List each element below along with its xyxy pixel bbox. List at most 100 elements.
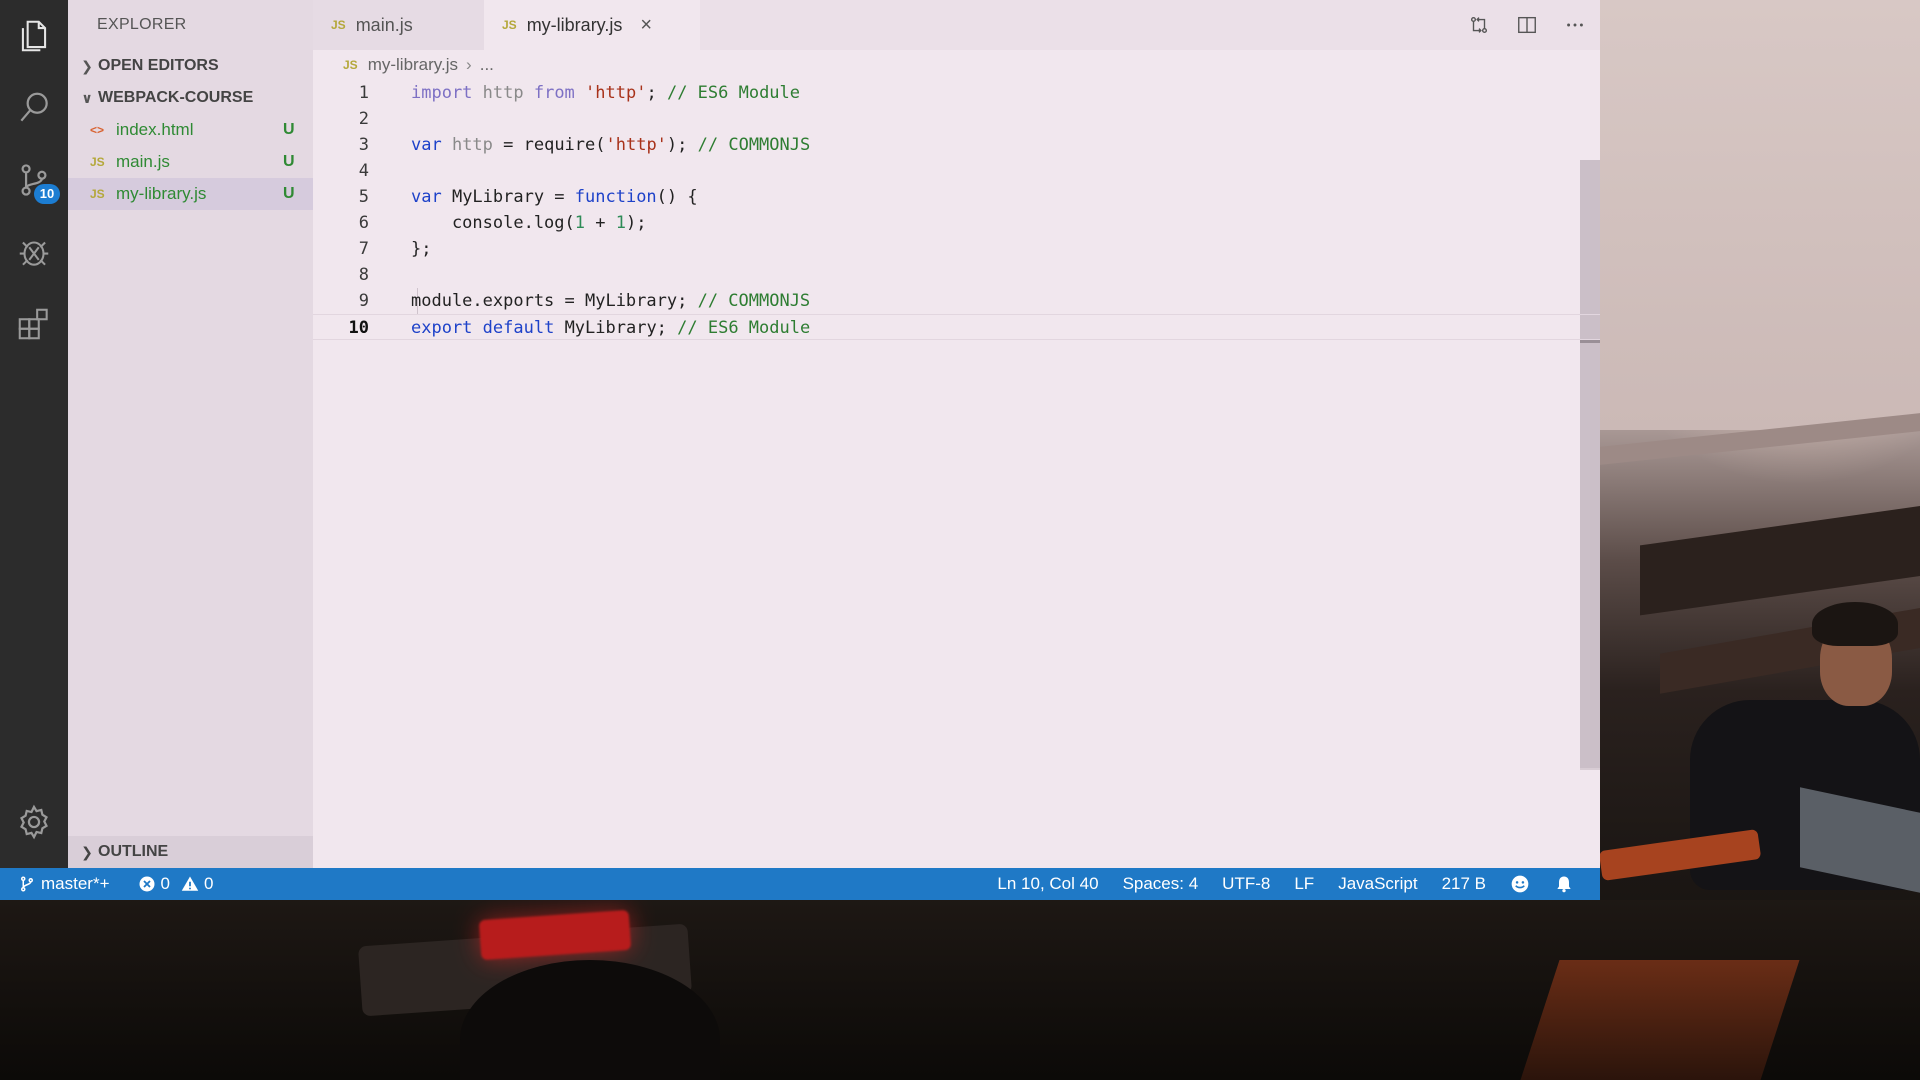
search-icon [20, 92, 48, 122]
js-file-icon: JS [90, 155, 105, 169]
scm-count-badge: 10 [34, 184, 60, 204]
encoding[interactable]: UTF-8 [1222, 874, 1270, 894]
tab-label: main.js [355, 14, 413, 35]
code-token: var [411, 187, 442, 207]
untracked-badge: U [283, 121, 295, 138]
chevron-down-icon: ∨ [81, 89, 93, 106]
explorer-activity[interactable] [0, 0, 68, 72]
end-of-line[interactable]: LF [1294, 874, 1314, 894]
code-token: MyLibrary = [441, 187, 575, 207]
code-text: var MyLibrary = function() { [411, 184, 698, 210]
problems-indicator[interactable]: 0 0 [138, 874, 213, 894]
search-activity[interactable] [0, 72, 68, 144]
editor-actions [1468, 0, 1586, 50]
code-token: export [411, 318, 473, 338]
warning-icon [181, 876, 199, 891]
code-text: export default MyLibrary; // ES6 Module [411, 315, 810, 341]
code-line[interactable]: 10 export default MyLibrary; // ES6 Modul… [313, 314, 1600, 340]
tab-bar: JS main.js JS my-library.js × [313, 0, 1600, 50]
project-folder-section[interactable]: ∨ WEBPACK-COURSE [68, 82, 313, 114]
tab-main-js[interactable]: JS main.js [313, 0, 484, 50]
source-control-activity[interactable]: 10 [0, 144, 68, 216]
code-line[interactable]: 7}; [313, 236, 1600, 262]
code-line[interactable]: 8 [313, 262, 1600, 288]
code-token: default [482, 318, 555, 338]
extensions-activity[interactable] [0, 288, 68, 360]
code-editor[interactable]: 1 import http from 'http'; // ES6 Module 2… [313, 80, 1600, 868]
close-icon[interactable]: × [640, 14, 652, 37]
person-hair [1812, 602, 1898, 646]
code-token: console.log( [411, 213, 575, 233]
code-line[interactable]: 3 var http = require('http'); // COMMONJS [313, 132, 1600, 158]
code-token: // COMMONJS [697, 291, 811, 311]
language-mode[interactable]: JavaScript [1338, 874, 1417, 894]
line-number: 4 [358, 161, 369, 181]
bell-icon[interactable] [1554, 874, 1574, 894]
html-file-icon: <> [90, 123, 105, 137]
room-desk [1640, 504, 1920, 616]
extensions-icon [18, 308, 48, 340]
code-token: 'http' [585, 83, 647, 103]
outline-label: OUTLINE [98, 843, 169, 860]
line-number: 5 [358, 187, 369, 207]
code-line[interactable]: 1 import http from 'http'; // ES6 Module [313, 80, 1600, 106]
error-icon [139, 876, 154, 892]
split-editor-icon[interactable] [1516, 14, 1538, 36]
code-token: // ES6 Module [677, 318, 811, 338]
branch-indicator[interactable]: master*+ [18, 874, 110, 894]
open-changes-icon[interactable] [1468, 14, 1490, 36]
file-my-library-js[interactable]: JS my-library.js U [68, 178, 313, 210]
tab-my-library-js[interactable]: JS my-library.js × [484, 0, 700, 50]
js-file-icon: JS [343, 58, 358, 72]
code-token: // COMMONJS [697, 135, 811, 155]
manage-activity[interactable] [0, 786, 68, 858]
gear-icon [20, 804, 48, 840]
line-number: 6 [358, 213, 369, 233]
indentation[interactable]: Spaces: 4 [1123, 874, 1199, 894]
code-line[interactable]: 5 var MyLibrary = function() { [313, 184, 1600, 210]
code-line[interactable]: 4 [313, 158, 1600, 184]
code-token: 1 [615, 213, 626, 233]
file-name: main.js [116, 152, 170, 171]
open-editors-label: OPEN EDITORS [98, 57, 219, 74]
project-folder-label: WEBPACK-COURSE [98, 89, 254, 106]
code-token: 1 [574, 213, 586, 233]
breadcrumb-symbol[interactable]: ... [480, 55, 494, 75]
file-name: index.html [116, 120, 194, 139]
debug-activity[interactable] [0, 216, 68, 288]
breadcrumb-file[interactable]: my-library.js [368, 55, 458, 75]
files-icon [21, 20, 47, 52]
chevron-right-icon: ❯ [81, 57, 93, 74]
untracked-badge: U [283, 185, 295, 202]
line-number: 10 [348, 318, 369, 338]
line-number: 9 [358, 291, 369, 311]
vscode-window: 10 EXPLORER ❯ OPEN EDITORS ∨ WEBPACK-COU… [0, 0, 1600, 900]
code-token: http [472, 83, 534, 103]
orange-chair-foreground [1520, 960, 1800, 1080]
code-token: + [585, 213, 616, 233]
code-line[interactable]: 9 module.exports = MyLibrary; // COMMONJS [313, 288, 1600, 314]
code-token: 'http' [605, 135, 667, 155]
smiley-feedback-icon[interactable] [1510, 874, 1530, 894]
code-line[interactable]: 2 [313, 106, 1600, 132]
outline-section[interactable]: ❯ OUTLINE [68, 836, 313, 868]
error-count: 0 [160, 874, 170, 893]
code-token: ); [666, 135, 698, 155]
line-number: 8 [358, 265, 369, 285]
more-actions-icon[interactable] [1564, 14, 1586, 36]
cursor-position[interactable]: Ln 10, Col 40 [997, 874, 1098, 894]
git-branch-icon [21, 876, 33, 892]
code-token: import [411, 83, 473, 103]
open-editors-section[interactable]: ❯ OPEN EDITORS [68, 50, 313, 82]
line-number: 2 [358, 109, 369, 129]
code-token: = require( [503, 135, 606, 155]
code-token: from [533, 83, 575, 103]
code-token: MyLibrary; [554, 318, 678, 338]
code-line[interactable]: 6 console.log(1 + 1); [313, 210, 1600, 236]
code-token: () { [656, 187, 698, 207]
file-index-html[interactable]: <> index.html U [68, 114, 313, 146]
js-file-icon: JS [90, 187, 105, 201]
file-main-js[interactable]: JS main.js U [68, 146, 313, 178]
code-text: var http = require('http'); // COMMONJS [411, 132, 810, 158]
